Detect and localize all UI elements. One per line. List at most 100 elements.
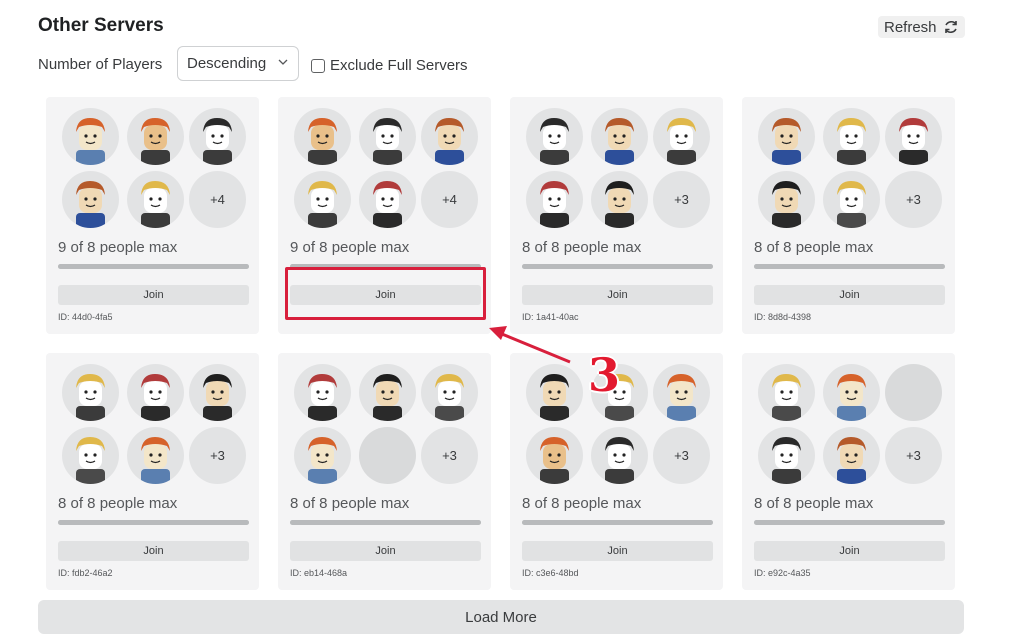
avatar-icon[interactable] bbox=[127, 427, 184, 484]
server-card: +3 8 of 8 people max Join ID: 1a41-40ac bbox=[510, 97, 723, 334]
avatar-icon[interactable] bbox=[421, 108, 478, 165]
avatar-icon[interactable] bbox=[758, 108, 815, 165]
capacity-bar-fill bbox=[58, 264, 249, 269]
sort-label: Number of Players bbox=[38, 56, 163, 73]
avatar-icon[interactable] bbox=[294, 108, 351, 165]
refresh-icon bbox=[944, 20, 957, 34]
more-players-count: +4 bbox=[421, 171, 478, 228]
player-count: 8 of 8 people max bbox=[58, 495, 178, 512]
avatar-icon[interactable] bbox=[189, 108, 246, 165]
refresh-button[interactable]: Refresh bbox=[878, 16, 965, 38]
server-id: ID: c3e6-48bd bbox=[522, 568, 579, 578]
avatar-icon[interactable] bbox=[421, 364, 478, 421]
avatar-icon[interactable] bbox=[591, 108, 648, 165]
server-card: +4 9 of 8 people max Join ID: 44d0-4fa5 bbox=[46, 97, 259, 334]
avatar-icon[interactable] bbox=[758, 364, 815, 421]
avatar-icon[interactable] bbox=[127, 108, 184, 165]
avatar-icon[interactable] bbox=[359, 171, 416, 228]
player-count: 9 of 8 people max bbox=[58, 239, 178, 256]
avatar-placeholder bbox=[885, 364, 942, 421]
more-players-count: +4 bbox=[189, 171, 246, 228]
player-count: 8 of 8 people max bbox=[522, 495, 642, 512]
capacity-bar bbox=[754, 264, 945, 269]
avatar-icon[interactable] bbox=[62, 427, 119, 484]
server-card: +3 8 of 8 people max Join ID: fdb2-46a2 bbox=[46, 353, 259, 590]
exclude-full-checkbox[interactable] bbox=[311, 58, 325, 73]
avatar-icon[interactable] bbox=[526, 364, 583, 421]
server-card: +3 8 of 8 people max Join ID: eb14-468a bbox=[278, 353, 491, 590]
more-players-count: +3 bbox=[653, 427, 710, 484]
join-button[interactable]: Join bbox=[754, 285, 945, 305]
load-more-button[interactable]: Load More bbox=[38, 600, 964, 634]
avatar-icon[interactable] bbox=[823, 427, 880, 484]
more-players-count: +3 bbox=[885, 171, 942, 228]
capacity-bar bbox=[290, 520, 481, 525]
capacity-bar bbox=[754, 520, 945, 525]
avatar-icon[interactable] bbox=[359, 108, 416, 165]
player-count: 8 of 8 people max bbox=[754, 495, 874, 512]
avatar-icon[interactable] bbox=[758, 171, 815, 228]
join-button[interactable]: Join bbox=[290, 541, 481, 561]
avatar-icon[interactable] bbox=[758, 427, 815, 484]
more-players-count: +3 bbox=[885, 427, 942, 484]
player-count: 9 of 8 people max bbox=[290, 239, 410, 256]
join-button[interactable]: Join bbox=[58, 285, 249, 305]
capacity-bar-fill bbox=[522, 520, 713, 525]
more-players-count: +3 bbox=[421, 427, 478, 484]
join-button[interactable]: Join bbox=[522, 285, 713, 305]
avatar-icon[interactable] bbox=[591, 171, 648, 228]
avatar-icon[interactable] bbox=[294, 364, 351, 421]
capacity-bar-fill bbox=[58, 520, 249, 525]
exclude-full-label: Exclude Full Servers bbox=[330, 57, 468, 74]
avatar-icon[interactable] bbox=[526, 171, 583, 228]
refresh-label: Refresh bbox=[884, 18, 937, 36]
avatar-icon[interactable] bbox=[294, 171, 351, 228]
avatar-icon[interactable] bbox=[823, 364, 880, 421]
avatar-icon[interactable] bbox=[653, 108, 710, 165]
avatar-icon[interactable] bbox=[189, 364, 246, 421]
capacity-bar-fill bbox=[754, 264, 945, 269]
server-card: +3 8 of 8 people max Join ID: 8d8d-4398 bbox=[742, 97, 955, 334]
join-button[interactable]: Join bbox=[522, 541, 713, 561]
server-id: ID: 8d8d-4398 bbox=[754, 312, 812, 322]
annotation-arrow bbox=[489, 326, 571, 364]
avatar-icon[interactable] bbox=[823, 171, 880, 228]
capacity-bar bbox=[58, 264, 249, 269]
server-id: ID: fdb2-46a2 bbox=[58, 568, 113, 578]
exclude-full-servers[interactable]: Exclude Full Servers bbox=[311, 57, 468, 74]
player-count: 8 of 8 people max bbox=[290, 495, 410, 512]
capacity-bar bbox=[522, 520, 713, 525]
avatar-icon[interactable] bbox=[823, 108, 880, 165]
join-button[interactable]: Join bbox=[754, 541, 945, 561]
avatar-icon[interactable] bbox=[526, 108, 583, 165]
server-id: ID: eb14-468a bbox=[290, 568, 348, 578]
sort-dropdown[interactable]: Descending bbox=[177, 46, 299, 81]
capacity-bar bbox=[522, 264, 713, 269]
avatar-icon[interactable] bbox=[62, 171, 119, 228]
avatar-icon[interactable] bbox=[62, 108, 119, 165]
avatar-icon[interactable] bbox=[127, 171, 184, 228]
more-players-count: +3 bbox=[653, 171, 710, 228]
avatar-icon[interactable] bbox=[294, 427, 351, 484]
avatar-icon[interactable] bbox=[359, 364, 416, 421]
avatar-icon[interactable] bbox=[62, 364, 119, 421]
more-players-count: +3 bbox=[189, 427, 246, 484]
server-id: ID: e92c-4a35 bbox=[754, 568, 811, 578]
player-count: 8 of 8 people max bbox=[754, 239, 874, 256]
avatar-icon[interactable] bbox=[591, 427, 648, 484]
avatar-placeholder bbox=[359, 427, 416, 484]
capacity-bar-fill bbox=[754, 520, 945, 525]
capacity-bar bbox=[58, 520, 249, 525]
step-number: 3 bbox=[588, 348, 621, 402]
page-title: Other Servers bbox=[38, 15, 164, 36]
sort-selected-value: Descending bbox=[187, 55, 267, 72]
capacity-bar-fill bbox=[522, 264, 713, 269]
avatar-icon[interactable] bbox=[885, 108, 942, 165]
avatar-icon[interactable] bbox=[526, 427, 583, 484]
join-button[interactable]: Join bbox=[58, 541, 249, 561]
join-highlight-box bbox=[285, 267, 486, 320]
avatar-icon[interactable] bbox=[653, 364, 710, 421]
capacity-bar-fill bbox=[290, 520, 481, 525]
chevron-down-icon bbox=[278, 59, 288, 65]
avatar-icon[interactable] bbox=[127, 364, 184, 421]
